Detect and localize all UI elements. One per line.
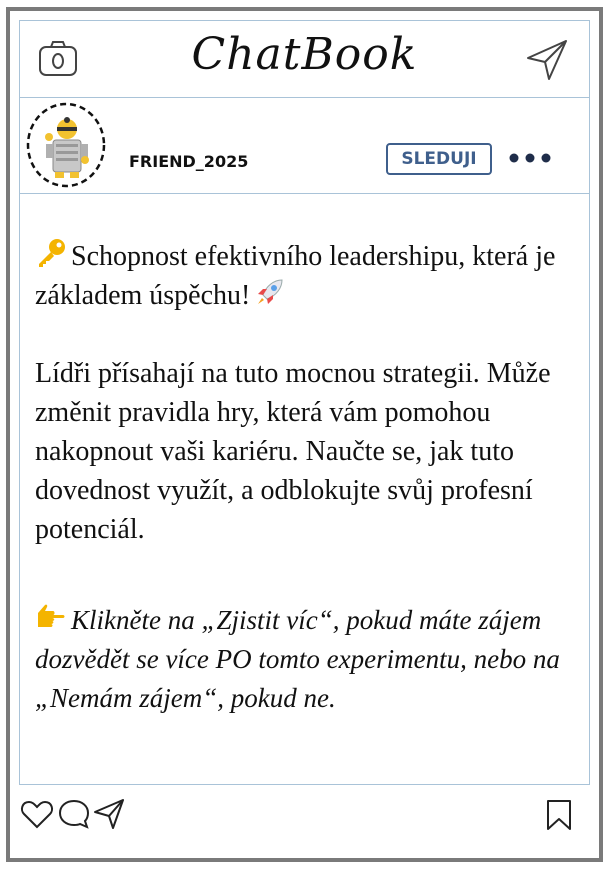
more-dots-icon[interactable]	[506, 150, 554, 166]
rocket-emoji-icon	[258, 279, 283, 304]
profile-row: FRIEND_2025 SLEDUJI	[20, 98, 589, 194]
comment-icon[interactable]	[57, 797, 91, 831]
avatar[interactable]	[26, 102, 106, 188]
username[interactable]: FRIEND_2025	[129, 152, 248, 171]
action-bar	[10, 791, 599, 841]
app-header: ChatBook	[20, 21, 589, 98]
follow-button[interactable]: SLEDUJI	[386, 143, 492, 175]
heart-icon[interactable]	[20, 797, 54, 831]
post-line-1: Schopnost efektivního leadershipu, která…	[35, 241, 556, 311]
paper-plane-icon[interactable]	[525, 38, 569, 82]
post-call-to-action: Klikněte na „Zjistit víc“, pokud máte zá…	[35, 601, 560, 718]
post-paragraph-1: Schopnost efektivního leadershipu, která…	[35, 237, 560, 315]
cta-text: Klikněte na „Zjistit víc“, pokud máte zá…	[35, 605, 560, 713]
share-icon[interactable]	[92, 797, 126, 831]
post-card: ChatBook FRIEND_2025 SLEDUJI Schopnost e…	[6, 7, 603, 862]
pointing-hand-emoji-icon	[38, 604, 65, 627]
bookmark-icon[interactable]	[542, 798, 576, 832]
post-paragraph-2: Lídři přísahají na tuto mocnou strategii…	[35, 358, 551, 545]
post-text: Schopnost efektivního leadershipu, která…	[35, 237, 560, 549]
app-title: ChatBook	[191, 29, 418, 80]
key-emoji-icon	[39, 239, 65, 267]
